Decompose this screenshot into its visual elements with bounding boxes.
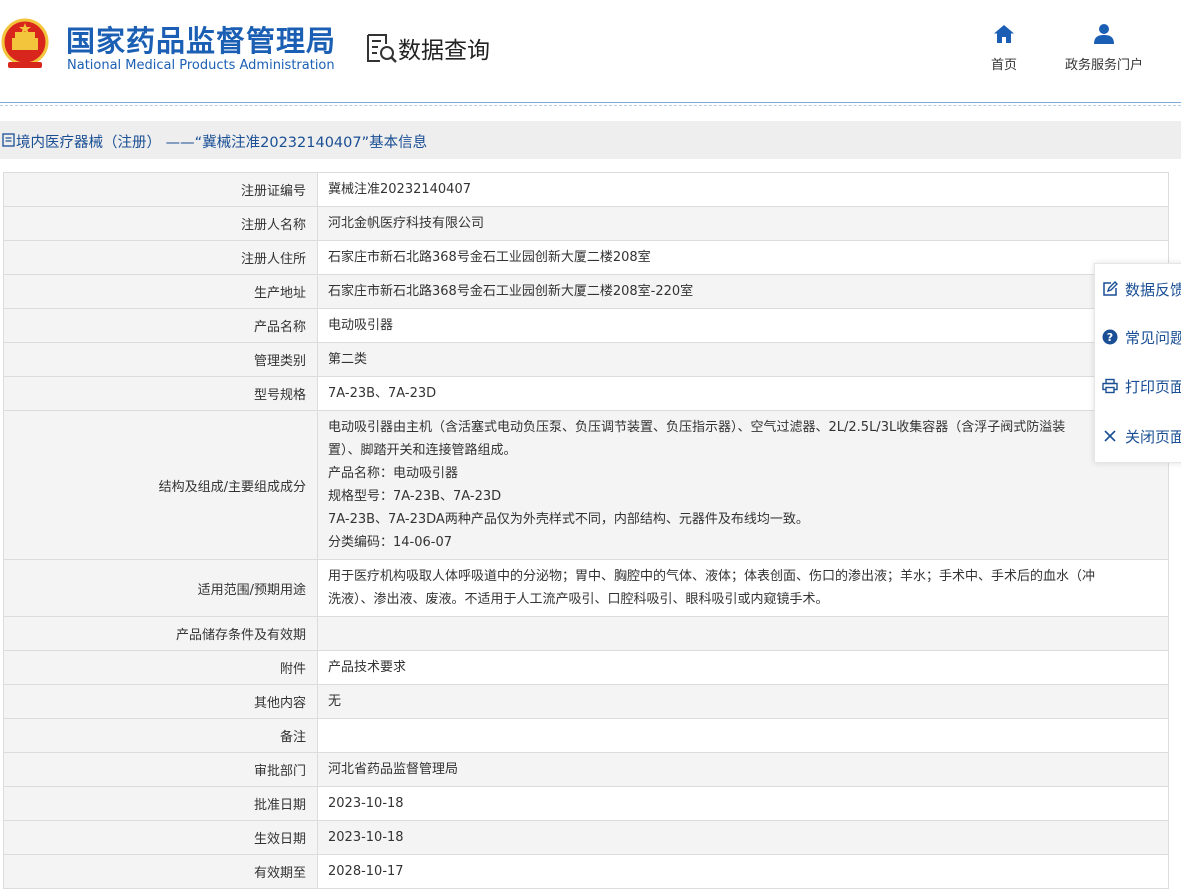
site-name-cn: 国家药品监督管理局 [66, 24, 337, 58]
nav-home-link[interactable]: 首页 [986, 22, 1022, 73]
row-label: 备注 [3, 718, 318, 753]
value-line: 产品名称：电动吸引器 [328, 466, 459, 481]
row-label: 生产地址 [3, 274, 318, 309]
home-icon [994, 25, 1014, 43]
print-page-label: 打印页面 [1125, 378, 1181, 396]
row-label: 附件 [3, 650, 318, 685]
data-query-title: 数据查询 [398, 38, 490, 64]
row-label: 有效期至 [3, 854, 318, 889]
row-value [317, 718, 1169, 753]
row-value: 产品技术要求 [317, 650, 1169, 685]
svg-text:?: ? [1107, 331, 1113, 344]
page-title: 境内医疗器械（注册） ——“冀械注准20232140407”基本信息 [16, 135, 428, 151]
row-label: 产品储存条件及有效期 [3, 616, 318, 651]
row-value: 冀械注准20232140407 [317, 172, 1169, 207]
record-title-bar: 境内医疗器械（注册） ——“冀械注准20232140407”基本信息 [0, 121, 1181, 159]
document-icon [2, 133, 15, 147]
row-value: 电动吸引器 [317, 308, 1169, 343]
close-page-label: 关闭页面 [1125, 428, 1181, 446]
row-value: 2023-10-18 [317, 820, 1169, 855]
row-label: 审批部门 [3, 752, 318, 787]
header-divider [0, 102, 1181, 103]
row-value: 7A-23B、7A-23D [317, 376, 1169, 411]
question-icon: ? [1102, 329, 1118, 345]
print-page-button[interactable]: 打印页面 [1095, 365, 1181, 405]
row-value: 河北省药品监督管理局 [317, 752, 1169, 787]
floating-side-panel: 数据反馈 ? 常见问题 打印页面 关闭页面 [1094, 263, 1181, 463]
data-feedback-label: 数据反馈 [1125, 281, 1181, 299]
value-line: 用于医疗机构吸取人体呼吸道中的分泌物；胃中、胸腔中的气体、液体；体表创面、伤口的… [328, 569, 1096, 584]
site-name-en: National Medical Products Administration [67, 58, 335, 73]
table-row: 结构及组成/主要组成成分 电动吸引器由主机（含活塞式电动负压泵、负压调节装置、负… [3, 410, 1169, 560]
row-value: 石家庄市新石北路368号金石工业园创新大厦二楼208室 [317, 240, 1169, 275]
table-row: 型号规格 7A-23B、7A-23D [3, 376, 1169, 411]
row-label: 注册证编号 [3, 172, 318, 207]
row-label: 批准日期 [3, 786, 318, 821]
nav-gov-service-label: 政务服务门户 [1064, 58, 1143, 73]
row-value: 第二类 [317, 342, 1169, 377]
edit-icon [1103, 281, 1118, 296]
national-emblem-icon [1, 18, 49, 68]
row-label: 型号规格 [3, 376, 318, 411]
table-row: 产品储存条件及有效期 [3, 616, 1169, 651]
table-row: 有效期至 2028-10-17 [3, 854, 1169, 889]
value-line: 分类编码：14-06-07 [328, 535, 453, 550]
row-label: 结构及组成/主要组成成分 [3, 410, 318, 560]
table-row: 生产地址 石家庄市新石北路368号金石工业园创新大厦二楼208室-220室 [3, 274, 1169, 309]
row-label: 生效日期 [3, 820, 318, 855]
nav-home-label: 首页 [990, 58, 1017, 73]
table-row: 管理类别 第二类 [3, 342, 1169, 377]
value-line: 洗液）、渗出液、废液。不适用于人工流产吸引、口腔科吸引、眼科吸引或内窥镜手术。 [328, 592, 829, 607]
row-label: 适用范围/预期用途 [3, 559, 318, 617]
print-icon [1102, 378, 1118, 394]
row-label: 产品名称 [3, 308, 318, 343]
table-row: 生效日期 2023-10-18 [3, 820, 1169, 855]
table-row: 备注 [3, 718, 1169, 753]
data-query-icon [367, 34, 397, 63]
close-icon [1104, 430, 1116, 442]
faq-label: 常见问题 [1125, 329, 1181, 347]
user-icon [1094, 24, 1114, 44]
table-row: 批准日期 2023-10-18 [3, 786, 1169, 821]
row-value: 电动吸引器由主机（含活塞式电动负压泵、负压调节装置、负压指示器）、空气过滤器、2… [317, 410, 1169, 560]
table-row: 审批部门 河北省药品监督管理局 [3, 752, 1169, 787]
data-feedback-button[interactable]: 数据反馈 [1095, 268, 1181, 308]
nav-gov-service-link[interactable]: 政务服务门户 [1058, 22, 1150, 73]
row-label: 注册人住所 [3, 240, 318, 275]
close-page-button[interactable]: 关闭页面 [1095, 415, 1181, 455]
value-line: 规格型号：7A-23B、7A-23D [328, 489, 502, 504]
table-row: 适用范围/预期用途 用于医疗机构吸取人体呼吸道中的分泌物；胃中、胸腔中的气体、液… [3, 559, 1169, 617]
row-label: 其他内容 [3, 684, 318, 719]
value-line: 电动吸引器由主机（含活塞式电动负压泵、负压调节装置、负压指示器）、空气过滤器、2… [328, 420, 1066, 435]
table-row: 注册人名称 河北金帆医疗科技有限公司 [3, 206, 1169, 241]
value-line: 7A-23B、7A-23DA两种产品仅为外壳样式不同，内部结构、元器件及布线均一… [328, 512, 809, 527]
row-value [317, 616, 1169, 651]
row-label: 注册人名称 [3, 206, 318, 241]
row-value: 2023-10-18 [317, 786, 1169, 821]
table-row: 其他内容 无 [3, 684, 1169, 719]
table-row: 附件 产品技术要求 [3, 650, 1169, 685]
row-value: 用于医疗机构吸取人体呼吸道中的分泌物；胃中、胸腔中的气体、液体；体表创面、伤口的… [317, 559, 1169, 617]
row-value: 无 [317, 684, 1169, 719]
registration-info-table: 注册证编号 冀械注准20232140407 注册人名称 河北金帆医疗科技有限公司… [3, 172, 1169, 889]
row-value: 石家庄市新石北路368号金石工业园创新大厦二楼208室-220室 [317, 274, 1169, 309]
site-header: 国家药品监督管理局 National Medical Products Admi… [0, 0, 1181, 103]
faq-button[interactable]: ? 常见问题 [1095, 316, 1181, 356]
row-value: 河北金帆医疗科技有限公司 [317, 206, 1169, 241]
row-label: 管理类别 [3, 342, 318, 377]
header-divider-dashed [0, 105, 1181, 106]
table-row: 产品名称 电动吸引器 [3, 308, 1169, 343]
table-row: 注册证编号 冀械注准20232140407 [3, 172, 1169, 207]
value-line: 置）、脚踏开关和连接管路组成。 [328, 443, 517, 458]
row-value: 2028-10-17 [317, 854, 1169, 889]
table-row: 注册人住所 石家庄市新石北路368号金石工业园创新大厦二楼208室 [3, 240, 1169, 275]
